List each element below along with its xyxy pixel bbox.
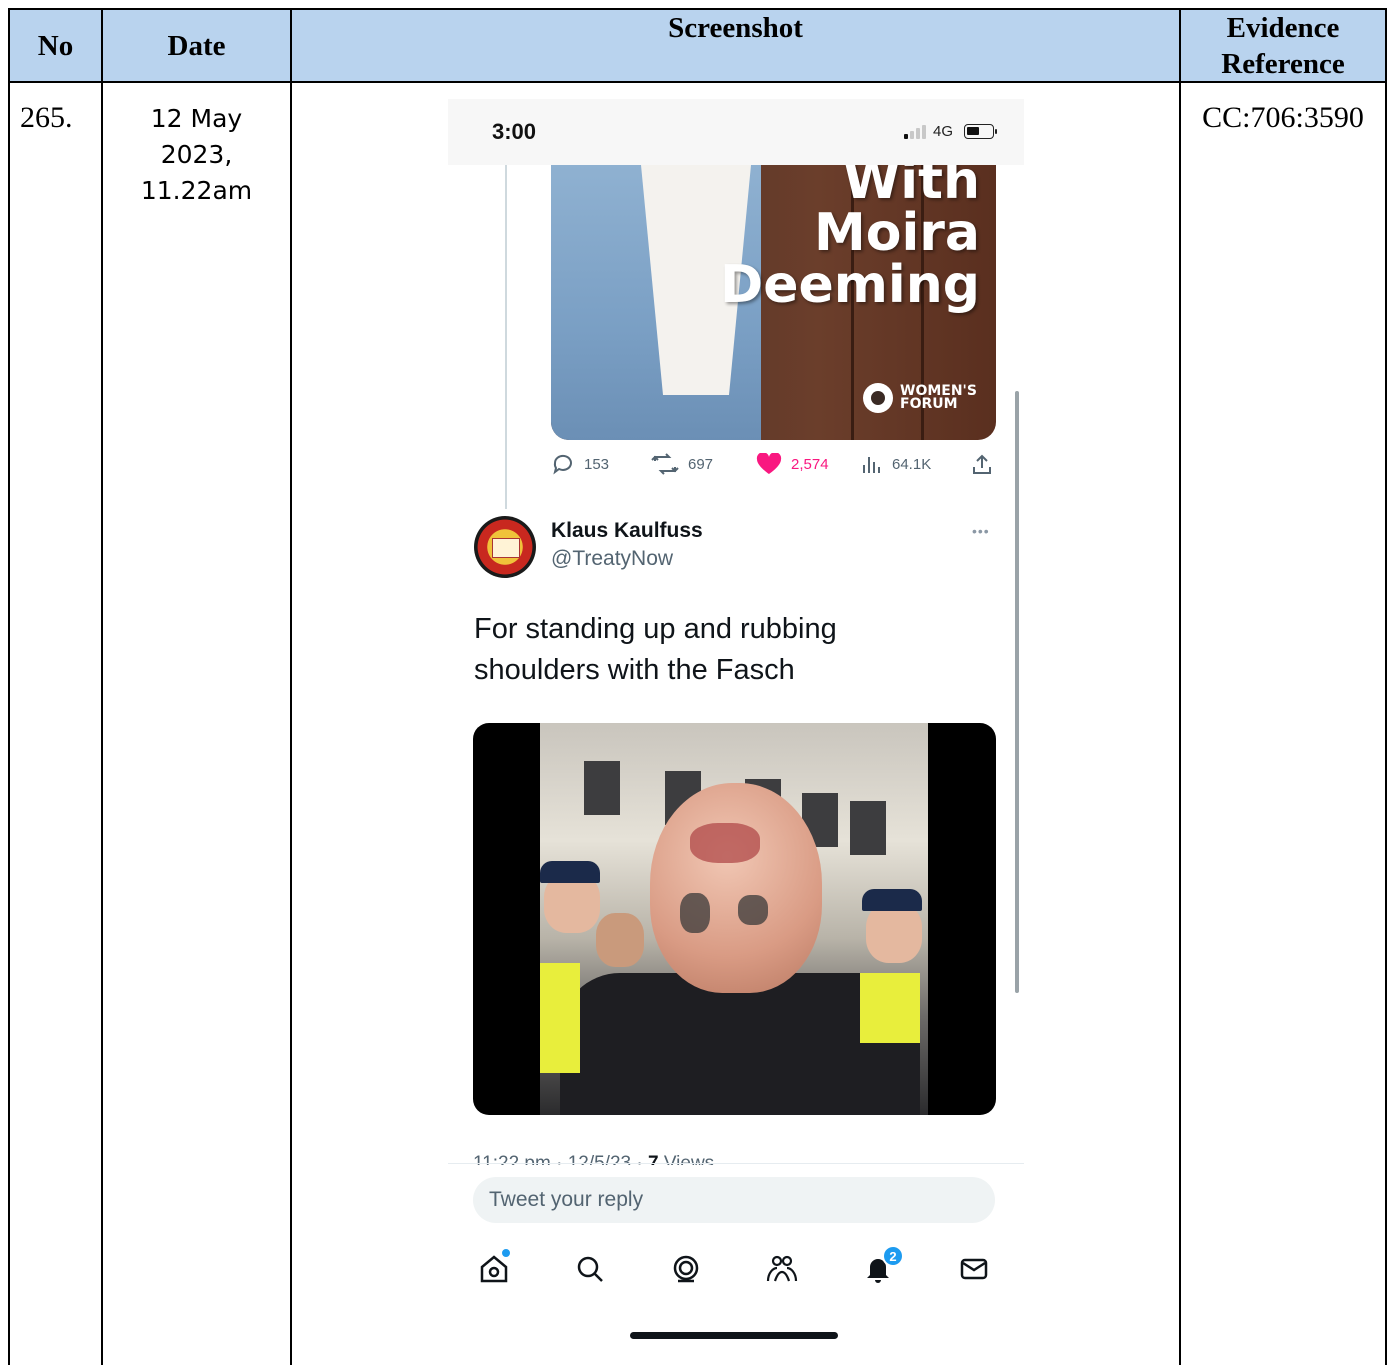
communities-icon — [766, 1255, 798, 1282]
womens-forum-logo: WOMEN'S FORUM — [863, 383, 977, 413]
network-label: 4G — [933, 123, 954, 140]
cell-date: 12 May 2023, 11.22am — [103, 83, 292, 1365]
home-indicator[interactable] — [630, 1332, 838, 1339]
officer-cap — [862, 889, 922, 911]
bystander — [596, 913, 644, 967]
officer-right — [866, 903, 922, 963]
search-icon — [577, 1256, 603, 1282]
row-date-day: 12 May — [150, 104, 243, 133]
status-time: 3:00 — [492, 119, 537, 144]
header-screenshot: Screenshot — [292, 10, 1181, 83]
heart-icon — [756, 453, 782, 474]
notification-badge: 2 — [882, 1245, 904, 1267]
promo-title-line: Moira — [813, 203, 980, 263]
neck-tattoo — [738, 895, 768, 925]
tweet-actions: 153 697 2,574 64.1K — [551, 453, 1001, 479]
tab-messages[interactable] — [952, 1247, 996, 1291]
building-window — [850, 801, 886, 855]
tweet-display-name[interactable]: Klaus Kaulfuss — [551, 519, 703, 543]
tab-notifications[interactable]: 2 — [856, 1245, 904, 1291]
thread-line — [505, 165, 507, 509]
reply-box[interactable] — [473, 1177, 995, 1223]
header-no: No — [10, 10, 103, 83]
header-evidence-reference: Evidence Reference — [1181, 10, 1387, 83]
more-options-icon[interactable]: ••• — [972, 523, 990, 539]
like-count: 2,574 — [791, 455, 829, 473]
reply-icon — [553, 454, 572, 475]
row-number: 265. — [20, 101, 73, 134]
officer-vest — [540, 963, 580, 1073]
cell-no: 265. — [10, 83, 103, 1365]
bottom-tab-bar: 2 — [448, 1245, 1024, 1297]
building-window — [584, 761, 620, 815]
row-evidence-reference: CC:706:3590 — [1202, 101, 1364, 134]
views-chart-icon — [863, 457, 880, 473]
tab-search[interactable] — [568, 1247, 612, 1291]
unread-dot — [502, 1249, 510, 1257]
reply-count: 153 — [584, 455, 610, 473]
cell-evidence-reference: CC:706:3590 — [1181, 83, 1387, 1365]
header-date: Date — [103, 10, 292, 83]
phone-screenshot: 3:00 4G With Moira Deeming WOMEN'S FORUM — [448, 99, 1024, 1349]
womens-forum-logo-text: WOMEN'S FORUM — [900, 384, 977, 412]
signal-icon — [904, 125, 928, 139]
promo-title: With Moira Deeming — [720, 165, 980, 311]
tweet-text: For standing up and rubbing shoulders wi… — [474, 609, 974, 691]
home-icon — [480, 1255, 508, 1283]
promo-image[interactable]: With Moira Deeming WOMEN'S FORUM — [551, 165, 996, 440]
divider — [448, 1163, 1024, 1164]
tab-home[interactable] — [472, 1247, 516, 1291]
logo-line: FORUM — [900, 396, 958, 412]
scrollbar[interactable] — [1015, 391, 1019, 993]
tab-spaces[interactable] — [664, 1247, 708, 1291]
neck-tattoo — [680, 893, 710, 933]
row-date-time: 11.22am — [140, 176, 253, 205]
retweet-count: 697 — [688, 455, 714, 473]
reply-action[interactable]: 153 — [551, 453, 609, 475]
avatar[interactable] — [474, 516, 536, 578]
womens-forum-logo-icon — [863, 383, 893, 413]
head-tattoo — [690, 823, 760, 863]
tweet-media-photo[interactable] — [473, 723, 996, 1115]
spaces-icon — [673, 1255, 699, 1283]
officer-vest — [860, 973, 920, 1043]
tweet-text-line: shoulders with the Fasch — [474, 654, 795, 686]
views-action[interactable]: 64.1K — [861, 453, 931, 475]
retweet-action[interactable]: 697 — [651, 453, 713, 475]
share-action[interactable] — [971, 453, 1002, 475]
shaved-head — [650, 783, 822, 993]
header-screenshot-label: Screenshot — [668, 12, 803, 44]
row-date-year: 2023, — [160, 140, 233, 169]
officer-cap — [540, 861, 600, 883]
promo-title-line: Deeming — [720, 255, 980, 315]
reply-input[interactable] — [473, 1177, 985, 1223]
promo-title-line: With — [842, 165, 980, 211]
tweet-handle[interactable]: @TreatyNow — [551, 547, 673, 571]
photo-scene — [540, 723, 928, 1115]
views-count: 64.1K — [892, 455, 932, 473]
tweet-text-line: For standing up and rubbing — [474, 613, 837, 645]
share-icon — [973, 454, 991, 474]
battery-icon — [964, 124, 997, 139]
like-action[interactable]: 2,574 — [756, 453, 829, 475]
retweet-icon — [651, 453, 679, 475]
mail-icon — [960, 1258, 988, 1280]
tab-communities[interactable] — [760, 1247, 804, 1291]
status-bar: 3:00 4G — [448, 99, 1024, 165]
row-date: 12 May 2023, 11.22am — [103, 101, 290, 209]
